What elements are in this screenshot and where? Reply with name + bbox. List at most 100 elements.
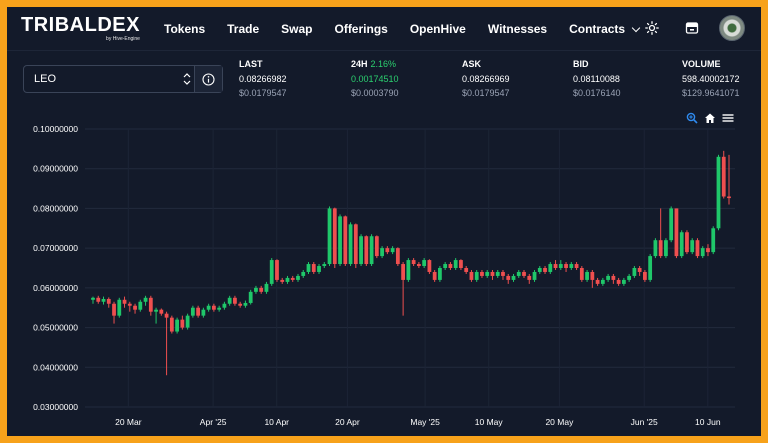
candle-body [106,298,111,304]
candle-body [301,271,306,276]
candle-body [553,264,558,268]
wallet-icon[interactable] [679,15,705,41]
y-tick-label: 0.08000000 [33,203,78,213]
candle-body [343,216,348,265]
candle-body [133,305,137,310]
candle-body [590,271,595,280]
y-tick-label: 0.04000000 [33,362,78,372]
x-tick-label: 10 Jun [695,417,721,427]
candle-body [385,248,390,253]
candle-body [306,264,311,272]
menu-trade[interactable]: Trade [227,22,259,36]
stat-ask-value: 0.08266969 [462,74,510,84]
stat-bid-value: 0.08110088 [573,74,620,84]
menu-swap[interactable]: Swap [281,22,312,36]
candle-body [616,279,621,284]
candle-body [243,302,248,306]
candle-body [327,208,332,265]
stat-24h-label-wrap: 24H 2.16% [351,59,471,69]
y-tick-label: 0.06000000 [33,283,78,293]
candle-body [643,271,647,280]
menu-witnesses[interactable]: Witnesses [488,22,547,36]
candle-body [727,196,731,199]
candle-body [516,271,521,276]
logo[interactable]: TRIBALDEX by Hive-Engine [21,14,140,42]
candle-body [348,224,353,265]
candle-body [280,279,285,282]
brand-sub: by Hive-Engine [106,36,140,42]
candle-body [443,264,448,268]
y-tick-label: 0.09000000 [33,164,78,174]
candle-body [501,271,505,276]
candle-body [522,271,526,276]
candle-body [543,268,547,272]
candle-body [464,268,469,272]
candle-body [390,248,395,253]
stat-24h: 24H 2.16% 0.00174510 $0.0003790 [351,59,471,98]
candle-body [101,298,106,302]
y-tick-label: 0.03000000 [33,402,78,412]
candle-body [374,236,379,257]
candle-body [91,297,95,300]
candle-body [259,287,264,292]
info-icon [202,72,215,86]
candle-body [721,156,726,197]
candle-body [143,297,148,302]
candle-body [537,268,542,272]
stat-24h-usd: $0.0003790 [351,88,399,98]
sun-icon[interactable] [639,15,665,41]
pair-selector[interactable]: LEO [23,65,223,93]
brand-name: TRIBALDEX [21,14,140,36]
candle-body [459,260,463,268]
stat-ask-label: ASK [462,59,482,69]
candle-body [706,248,710,253]
menu-tokens[interactable]: Tokens [164,22,205,36]
candle-body [669,208,674,241]
candle-body [595,279,600,284]
candle-body [679,232,684,257]
candle-body [227,297,232,304]
y-tick-label: 0.10000000 [33,124,78,134]
pair-value: LEO [34,73,57,85]
candle-body [658,240,663,257]
candle-body [527,275,532,280]
candle-body [574,264,579,268]
stat-bid-label: BID [573,59,589,69]
candle-body [416,264,421,267]
stat-bid: BID 0.08110088 $0.0176140 [573,59,693,98]
info-button[interactable] [194,66,222,92]
candle-body [569,264,574,268]
candle-body [180,319,185,328]
menu-openhive[interactable]: OpenHive [410,22,466,36]
candle-body [138,301,143,310]
candle-body [653,240,658,257]
candle-body [448,264,453,268]
candle-body [285,277,290,282]
candle-body [332,208,337,265]
candle-body [495,271,500,276]
candle-body [317,266,321,272]
candle-body [548,264,553,272]
stat-last-value: 0.08266982 [239,74,287,84]
x-tick-label: 10 Apr [264,417,289,427]
candle-body [690,240,695,253]
candle-body [212,305,216,310]
candlestick-chart[interactable]: 0.03000000 0.04000000 0.05000000 0.06000000… [7,107,761,436]
avatar[interactable] [719,15,745,41]
stat-24h-label: 24H [351,59,368,69]
candle-body [511,275,516,280]
x-tick-label: Apr '25 [200,417,227,427]
candle-body [264,283,269,292]
candle-body [621,279,626,284]
stat-volume: VOLUME 598.40002172 $129.9641071 [682,59,761,98]
candle-body [606,275,610,280]
candle-body [369,236,374,265]
candle-body [453,260,458,268]
stat-24h-change: 2.16% [370,59,397,69]
menu-offerings[interactable]: Offerings [334,22,387,36]
candle-body [254,287,258,292]
candle-body [664,240,668,257]
candle-body [359,236,363,265]
candle-body [353,224,358,265]
candle-body [627,275,632,280]
